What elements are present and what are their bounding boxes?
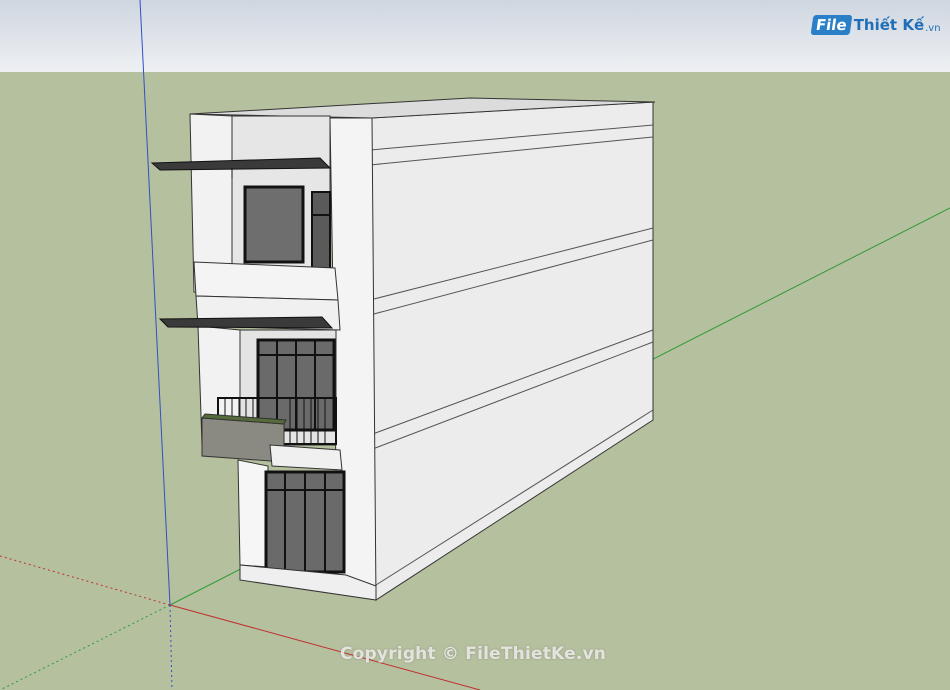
- top-balcony-slab: [193, 261, 339, 301]
- logo-suffix: .vn: [925, 22, 941, 34]
- top-window-side: [311, 191, 331, 271]
- model-viewport[interactable]: File Thiết Kế .vn Copyright © FileThietK…: [0, 0, 950, 690]
- top-window: [243, 185, 305, 264]
- ground-left-wall: [237, 459, 269, 568]
- scene-canvas[interactable]: [0, 0, 950, 690]
- logo-text: Thiết Kế: [853, 16, 925, 34]
- brand-logo[interactable]: File Thiết Kế .vn: [810, 10, 941, 40]
- logo-badge: File: [810, 15, 853, 35]
- mid-awning: [158, 316, 334, 329]
- copyright-watermark: Copyright © FileThietKe.vn: [340, 644, 607, 664]
- sky: [0, 0, 950, 72]
